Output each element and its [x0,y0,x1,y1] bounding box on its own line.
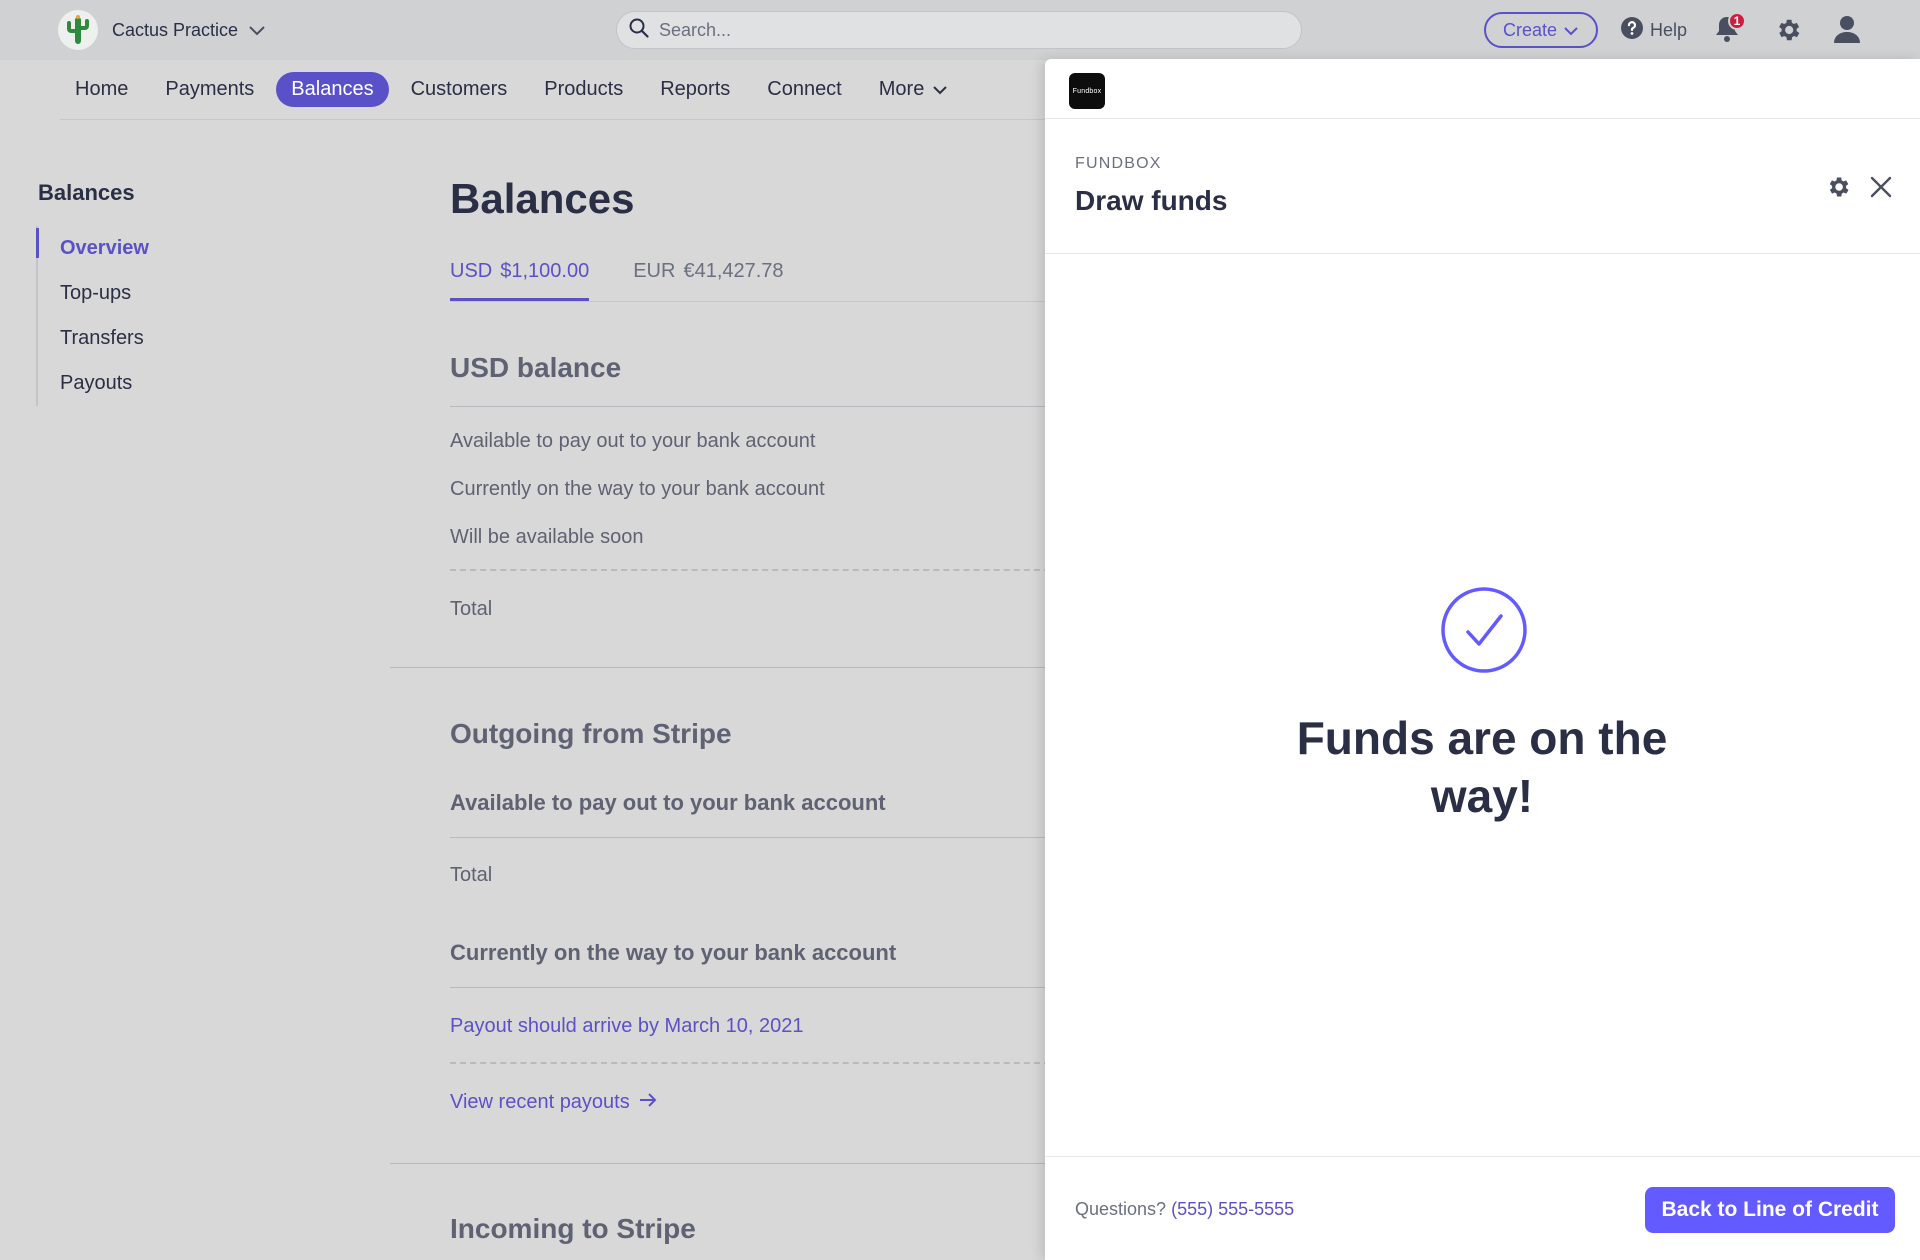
nav-item-reports[interactable]: Reports [645,72,745,107]
divider [450,987,1045,988]
main-content: Balances USD $1,100.00 EUR €41,427.78 USD … [390,120,1045,1260]
top-bar: Cactus Practice Create Help 1 [0,0,1920,60]
currency-tabs: USD $1,100.00 EUR €41,427.78 [450,260,1045,302]
nav-label: Payments [165,78,255,100]
account-switcher[interactable]: Cactus Practice [58,10,266,50]
create-label: Create [1502,19,1558,40]
bell-icon [1714,17,1740,48]
sidebar-item-transfers[interactable]: Transfers [38,316,276,361]
tab-amount: €41,427.78 [683,260,784,282]
help-icon [1620,16,1644,45]
close-icon[interactable] [1868,174,1894,200]
nav-item-payments[interactable]: Payments [150,72,269,107]
divider [450,837,1045,838]
search-input[interactable] [659,19,1259,41]
fundbox-drawer: Fundbox FUNDBOX Draw funds Funds are on … [1045,59,1920,1260]
search-bar[interactable] [616,11,1302,49]
usd-balance-title: USD balance [450,352,622,383]
user-icon[interactable] [1833,14,1863,46]
phone-link[interactable]: (555) 555-5555 [1171,1199,1294,1219]
gear-icon[interactable] [1774,16,1802,44]
questions-label: Questions? [1075,1199,1167,1219]
create-button[interactable]: Create [1484,12,1598,48]
search-icon [629,18,649,43]
nav-label: Connect [767,78,842,100]
balance-total-label: Total [450,598,493,620]
main-nav: Home Payments Balances Customers Product… [60,60,1060,120]
nav-item-more[interactable]: More [864,72,964,107]
section-divider [390,667,1045,668]
outgoing-on-way-title: Currently on the way to your bank accoun… [450,940,897,965]
balance-row-on-way: Currently on the way to your bank accoun… [450,478,825,500]
sidebar-nav: Overview Top-ups Transfers Payouts [36,226,276,406]
incoming-title: Incoming to Stripe [450,1213,696,1244]
dashed-divider [450,1062,1045,1064]
payout-arrival-link[interactable]: Payout should arrive by March 10, 2021 [450,1015,804,1038]
drawer-eyebrow: FUNDBOX [1075,155,1162,172]
nav-item-connect[interactable]: Connect [752,72,857,107]
nav-item-customers[interactable]: Customers [396,72,523,107]
cactus-logo-icon [58,10,98,50]
chevron-down-icon [1563,20,1579,41]
dashed-divider [450,569,1045,571]
help-label: Help [1650,19,1688,40]
nav-label: Reports [660,78,731,100]
chevron-down-icon [932,78,948,101]
check-circle-icon [1440,586,1528,674]
account-name: Cactus Practice [112,19,239,40]
nav-label: More [878,78,925,100]
page-title: Balances [450,175,635,222]
drawer-title: Draw funds [1075,185,1228,216]
back-to-line-of-credit-button[interactable]: Back to Line of Credit [1645,1187,1895,1233]
sidebar-item-overview[interactable]: Overview [36,226,276,271]
balance-row-available: Available to pay out to your bank accoun… [450,430,816,452]
section-divider [390,1163,1045,1164]
tab-amount: $1,100.00 [500,260,590,282]
tab-currency: USD [450,260,493,282]
notifications-button[interactable]: 1 [1714,12,1746,48]
nav-label: Customers [410,78,508,100]
payout-arrival-text: Payout should arrive by March 10, 2021 [450,1015,804,1037]
nav-label: Balances [291,78,374,100]
tab-eur[interactable]: EUR €41,427.78 [633,260,783,301]
balance-row-soon: Will be available soon [450,526,644,548]
nav-item-home[interactable]: Home [60,72,143,107]
success-message: Funds are on the way! [1296,712,1668,822]
nav-label: Home [75,78,129,100]
nav-item-balances[interactable]: Balances [276,72,389,107]
questions-text: Questions? (555) 555-5555 [1075,1199,1294,1220]
drawer-header: Fundbox [1045,59,1920,119]
nav-label: Products [544,78,624,100]
tab-currency: EUR [633,260,676,282]
chevron-down-icon [248,24,266,36]
sidebar-title: Balances [38,180,135,205]
notification-badge: 1 [1728,12,1746,30]
divider [450,406,1045,407]
tab-usd[interactable]: USD $1,100.00 [450,260,590,301]
gear-icon[interactable] [1825,174,1851,200]
fundbox-app-logo: Fundbox [1069,73,1105,109]
view-recent-payouts-link[interactable]: View recent payouts [450,1091,658,1114]
help-button[interactable]: Help [1620,14,1687,46]
outgoing-available-title: Available to pay out to your bank accoun… [450,790,886,815]
outgoing-title: Outgoing from Stripe [450,718,732,749]
nav-item-products[interactable]: Products [529,72,638,107]
view-recent-payouts-text: View recent payouts [450,1091,630,1113]
arrow-right-icon [638,1091,658,1114]
outgoing-total-label: Total [450,864,493,886]
sidebar-item-payouts[interactable]: Payouts [38,361,276,406]
sidebar-item-top-ups[interactable]: Top-ups [38,271,276,316]
